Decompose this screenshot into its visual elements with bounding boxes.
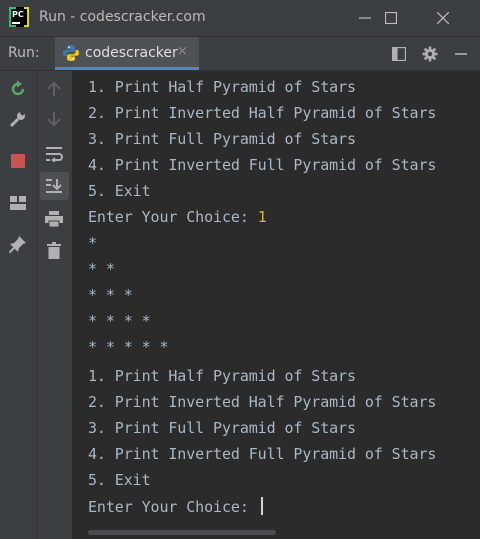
console-line: * [88,234,97,252]
soft-wrap-button[interactable] [43,143,65,165]
console-line: * * * [88,286,133,304]
layout-options-button[interactable] [389,44,409,64]
console-line: * * * * * [88,338,169,356]
console-line: 4. Print Inverted Full Pyramid of Stars [88,445,437,463]
console-line: 2. Print Inverted Half Pyramid of Stars [88,104,437,122]
tab-close-icon[interactable]: × [177,44,188,59]
print-icon [45,211,63,227]
next-occurrence-button[interactable] [43,108,65,130]
stop-icon [11,154,25,168]
window-titlebar: PC Run - codescracker.com [0,0,480,37]
run-tab-label: codescracker [85,45,178,61]
active-tab-indicator [55,67,199,70]
clear-all-button[interactable] [43,239,65,261]
close-window-button[interactable] [420,0,466,36]
console-line: * * [88,260,115,278]
close-icon [437,12,449,24]
console-line: * * * * [88,312,151,330]
console-toolbar [37,71,73,539]
scroll-to-end-button[interactable] [43,175,65,197]
console-line: 3. Print Full Pyramid of Stars [88,130,356,148]
console-line: 3. Print Full Pyramid of Stars [88,419,356,437]
console-prompt-line: Enter Your Choice: 1 [88,208,267,234]
run-label: Run: [8,45,40,61]
previous-occurrence-button[interactable] [43,78,65,100]
trash-icon [47,241,61,259]
maximize-button[interactable] [368,0,414,36]
minimize-panel-icon [455,53,467,55]
maximize-icon [385,12,397,24]
rerun-icon [11,80,25,96]
horizontal-scrollbar[interactable] [88,530,276,535]
console-output[interactable]: 1. Print Half Pyramid of Stars 2. Print … [73,71,480,539]
console-line: 1. Print Half Pyramid of Stars [88,367,356,385]
console-input-line[interactable]: Enter Your Choice: [88,497,263,523]
pycharm-logo-icon: PC [9,7,29,27]
layout-icon [392,47,406,61]
hide-panel-button[interactable] [451,44,471,64]
console-line: 5. Exit [88,471,151,489]
wrench-icon [9,110,26,128]
console-line: 1. Print Half Pyramid of Stars [88,78,356,96]
run-toolwindow-header: Run: codescracker × [0,37,480,71]
restore-layout-button[interactable] [7,192,29,214]
rerun-button[interactable] [7,78,29,100]
pin-tab-button[interactable] [7,233,29,255]
gear-icon [422,46,438,62]
console-line: 5. Exit [88,182,151,200]
run-left-toolbar [0,71,37,539]
prompt-text: Enter Your Choice: [88,498,258,516]
layout-icon [10,196,26,210]
scroll-to-end-icon [46,179,62,193]
python-file-icon [63,45,79,61]
prompt-text: Enter Your Choice: [88,208,258,226]
pin-icon [9,236,26,253]
soft-wrap-icon [46,147,63,162]
modify-run-config-button[interactable] [7,108,29,130]
stop-button[interactable] [7,150,29,172]
settings-button[interactable] [420,44,440,64]
print-button[interactable] [43,208,65,230]
console-line: 2. Print Inverted Half Pyramid of Stars [88,393,437,411]
down-arrow-icon [47,112,61,127]
run-tab-codescracker[interactable]: codescracker × [55,37,199,70]
user-input-value: 1 [257,208,267,226]
up-arrow-icon [47,81,61,96]
window-title: Run - codescracker.com [39,9,206,25]
console-line: 4. Print Inverted Full Pyramid of Stars [88,156,437,174]
text-caret [260,497,263,515]
